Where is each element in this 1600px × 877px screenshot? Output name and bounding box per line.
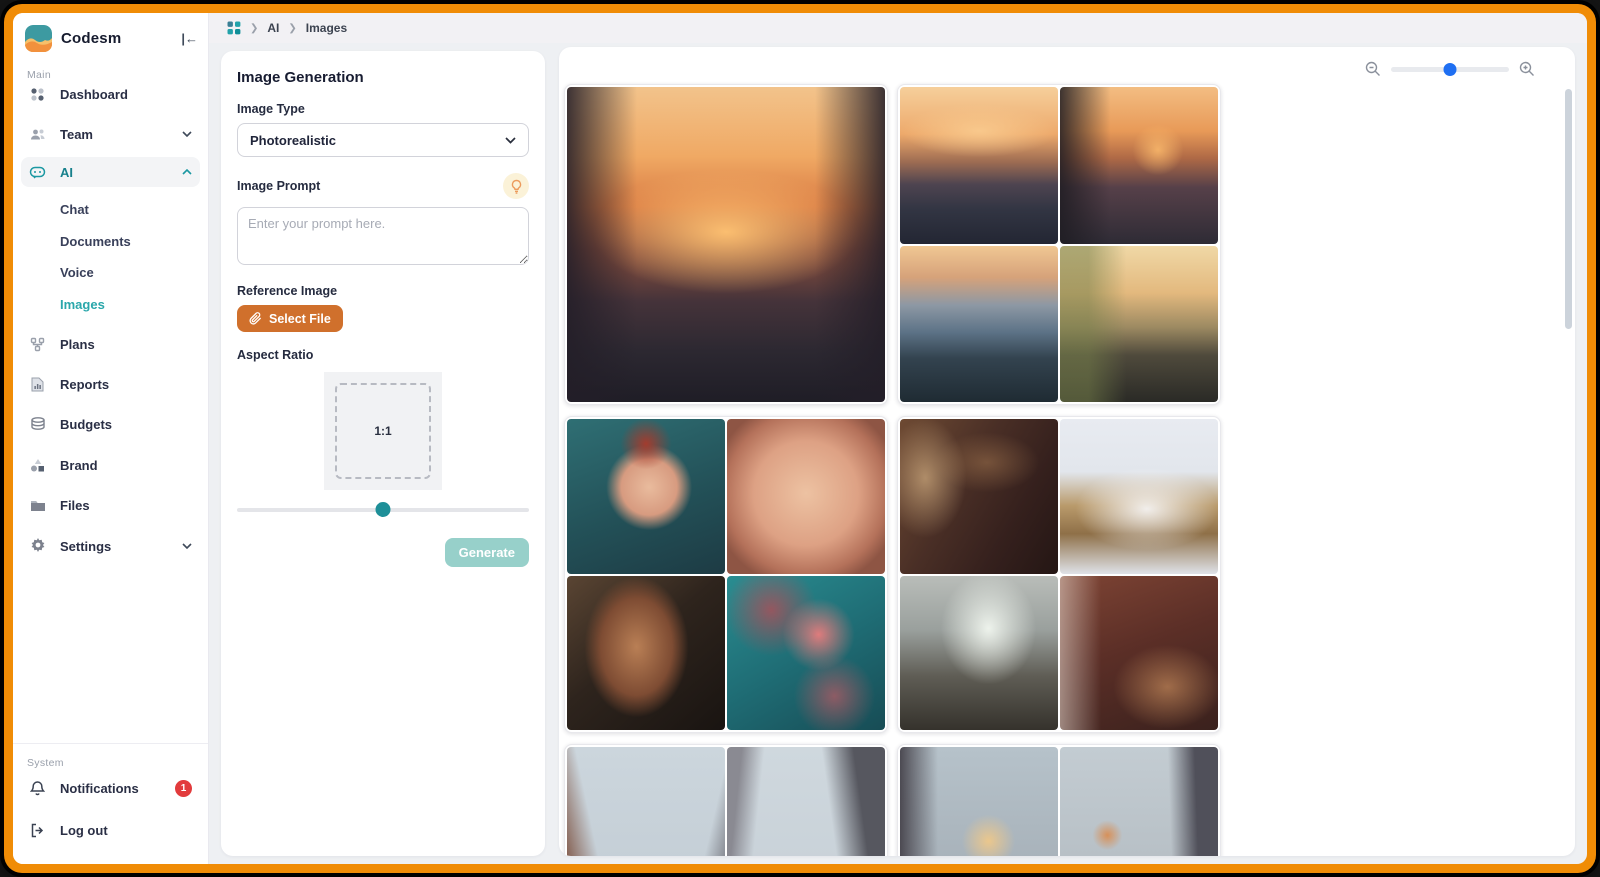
generated-image-street-autumn-taxi[interactable] — [1060, 747, 1218, 856]
generated-image-dusk-river-city[interactable] — [900, 246, 1058, 403]
aspect-ratio-value: 1:1 — [374, 424, 391, 438]
ai-chatbot-icon — [29, 164, 46, 181]
sidebar-divider — [13, 743, 208, 744]
sidebar-item-ai[interactable]: AI — [21, 157, 200, 187]
reports-document-icon — [29, 376, 46, 393]
prompt-textarea[interactable] — [237, 207, 529, 265]
sidebar-item-brand[interactable]: Brand — [21, 450, 200, 480]
sidebar-item-logout[interactable]: Log out — [21, 815, 200, 845]
generated-image-bridge-river-sunset[interactable] — [900, 87, 1058, 244]
image-type-select[interactable]: Photorealistic — [237, 123, 529, 157]
files-folder-icon — [29, 497, 46, 514]
sidebar-item-budgets[interactable]: Budgets — [21, 409, 200, 439]
plans-sitemap-icon — [29, 336, 46, 353]
aspect-ratio-label: Aspect Ratio — [237, 348, 529, 362]
generated-image-golden-skyline-reflection[interactable] — [1060, 246, 1218, 403]
app-window-frame: Codesm |← Main Dashboard Team AI Chat Do… — [4, 4, 1596, 873]
generated-image-bedroom-window-light[interactable] — [900, 576, 1058, 731]
image-prompt-label: Image Prompt — [237, 179, 320, 193]
logout-icon — [29, 822, 46, 839]
generated-image-bedroom-carved-white-bed[interactable] — [1060, 419, 1218, 574]
sidebar-item-files[interactable]: Files — [21, 490, 200, 520]
zoom-out-icon[interactable] — [1365, 61, 1381, 77]
zoom-in-icon[interactable] — [1519, 61, 1535, 77]
sidebar-item-team[interactable]: Team — [21, 119, 200, 149]
prompt-hint-button[interactable] — [503, 173, 529, 199]
image-group — [564, 744, 888, 856]
generated-image-portrait-redhead-teal[interactable] — [567, 419, 725, 574]
breadcrumb: ❯ AI ❯ Images — [209, 13, 1587, 43]
app: Codesm |← Main Dashboard Team AI Chat Do… — [13, 13, 1587, 864]
brand-name: Codesm — [61, 30, 121, 47]
gallery-zoom-thumb[interactable] — [1444, 63, 1457, 76]
image-group — [897, 744, 1221, 856]
breadcrumb-current-page: Images — [306, 21, 347, 35]
generated-image-city-sunset-boulevard[interactable] — [567, 87, 885, 402]
breadcrumb-home-grid-icon[interactable] — [227, 21, 241, 35]
image-generation-panel: Image Generation Image Type Photorealist… — [221, 51, 545, 856]
generated-image-portrait-freckles-closeup[interactable] — [727, 419, 885, 574]
lightbulb-icon — [510, 179, 523, 194]
reference-image-label: Reference Image — [237, 284, 529, 298]
gallery-scrollbar-thumb[interactable] — [1565, 89, 1572, 329]
chevron-down-icon — [505, 137, 516, 144]
sidebar-item-settings[interactable]: Settings — [21, 531, 200, 561]
sidebar-item-plans[interactable]: Plans — [21, 329, 200, 359]
aspect-ratio-slider[interactable] — [237, 502, 529, 517]
sidebar-item-reports[interactable]: Reports — [21, 369, 200, 399]
section-label-system: System — [27, 757, 64, 769]
generated-images-panel — [559, 47, 1575, 856]
breadcrumb-separator: ❯ — [250, 23, 258, 34]
settings-gear-icon — [29, 538, 46, 555]
image-group — [564, 84, 888, 405]
sidebar-subitem-voice[interactable]: Voice — [21, 258, 200, 286]
generated-image-bedroom-red-curtains[interactable] — [1060, 576, 1218, 731]
generated-image-street-day-brick[interactable] — [567, 747, 725, 856]
generate-button[interactable]: Generate — [445, 538, 529, 567]
generated-image-portrait-neon-teal-red[interactable] — [727, 576, 885, 731]
sidebar-item-dashboard[interactable]: Dashboard — [21, 79, 200, 109]
breadcrumb-separator: ❯ — [288, 23, 296, 34]
collapse-sidebar-icon[interactable]: |← — [181, 31, 198, 46]
generated-image-street-day-gray[interactable] — [727, 747, 885, 856]
chevron-down-icon — [182, 131, 192, 137]
codesm-logo-icon — [25, 25, 52, 52]
generated-image-bedroom-vintage-dark[interactable] — [900, 419, 1058, 574]
bell-icon — [29, 780, 46, 797]
generated-image-sunset-avenue-cars[interactable] — [1060, 87, 1218, 244]
chevron-down-icon — [182, 543, 192, 549]
panel-title: Image Generation — [237, 69, 529, 86]
sidebar-item-notifications[interactable]: Notifications 1 — [21, 773, 200, 803]
image-group — [897, 84, 1221, 405]
generated-image-street-autumn-people[interactable] — [900, 747, 1058, 856]
budgets-coins-icon — [29, 416, 46, 433]
breadcrumb-link-ai[interactable]: AI — [267, 21, 279, 35]
gallery-grid — [564, 84, 1221, 856]
notification-badge: 1 — [175, 780, 192, 797]
chevron-up-icon — [182, 169, 192, 175]
sidebar-subitem-documents[interactable]: Documents — [21, 227, 200, 255]
dashboard-grid-icon — [29, 86, 46, 103]
aspect-ratio-box[interactable]: 1:1 — [335, 383, 431, 479]
slider-thumb[interactable] — [376, 502, 391, 517]
image-group — [564, 416, 888, 733]
brand-shapes-icon — [29, 457, 46, 474]
content-area: ❯ AI ❯ Images Image Generation Image Typ… — [209, 13, 1587, 864]
sidebar-subitem-images[interactable]: Images — [21, 290, 200, 318]
generated-image-portrait-warm-shadow[interactable] — [567, 576, 725, 731]
aspect-ratio-preview: 1:1 — [324, 372, 442, 490]
sidebar-subitem-chat[interactable]: Chat — [21, 195, 200, 223]
paperclip-icon — [249, 312, 262, 325]
gallery-zoom-slider[interactable] — [1391, 67, 1509, 72]
gallery-zoom-control — [1365, 61, 1535, 77]
sidebar: Codesm |← Main Dashboard Team AI Chat Do… — [13, 13, 209, 864]
image-type-label: Image Type — [237, 102, 529, 116]
team-users-icon — [29, 126, 46, 143]
image-group — [897, 416, 1221, 733]
select-file-button[interactable]: Select File — [237, 305, 343, 332]
